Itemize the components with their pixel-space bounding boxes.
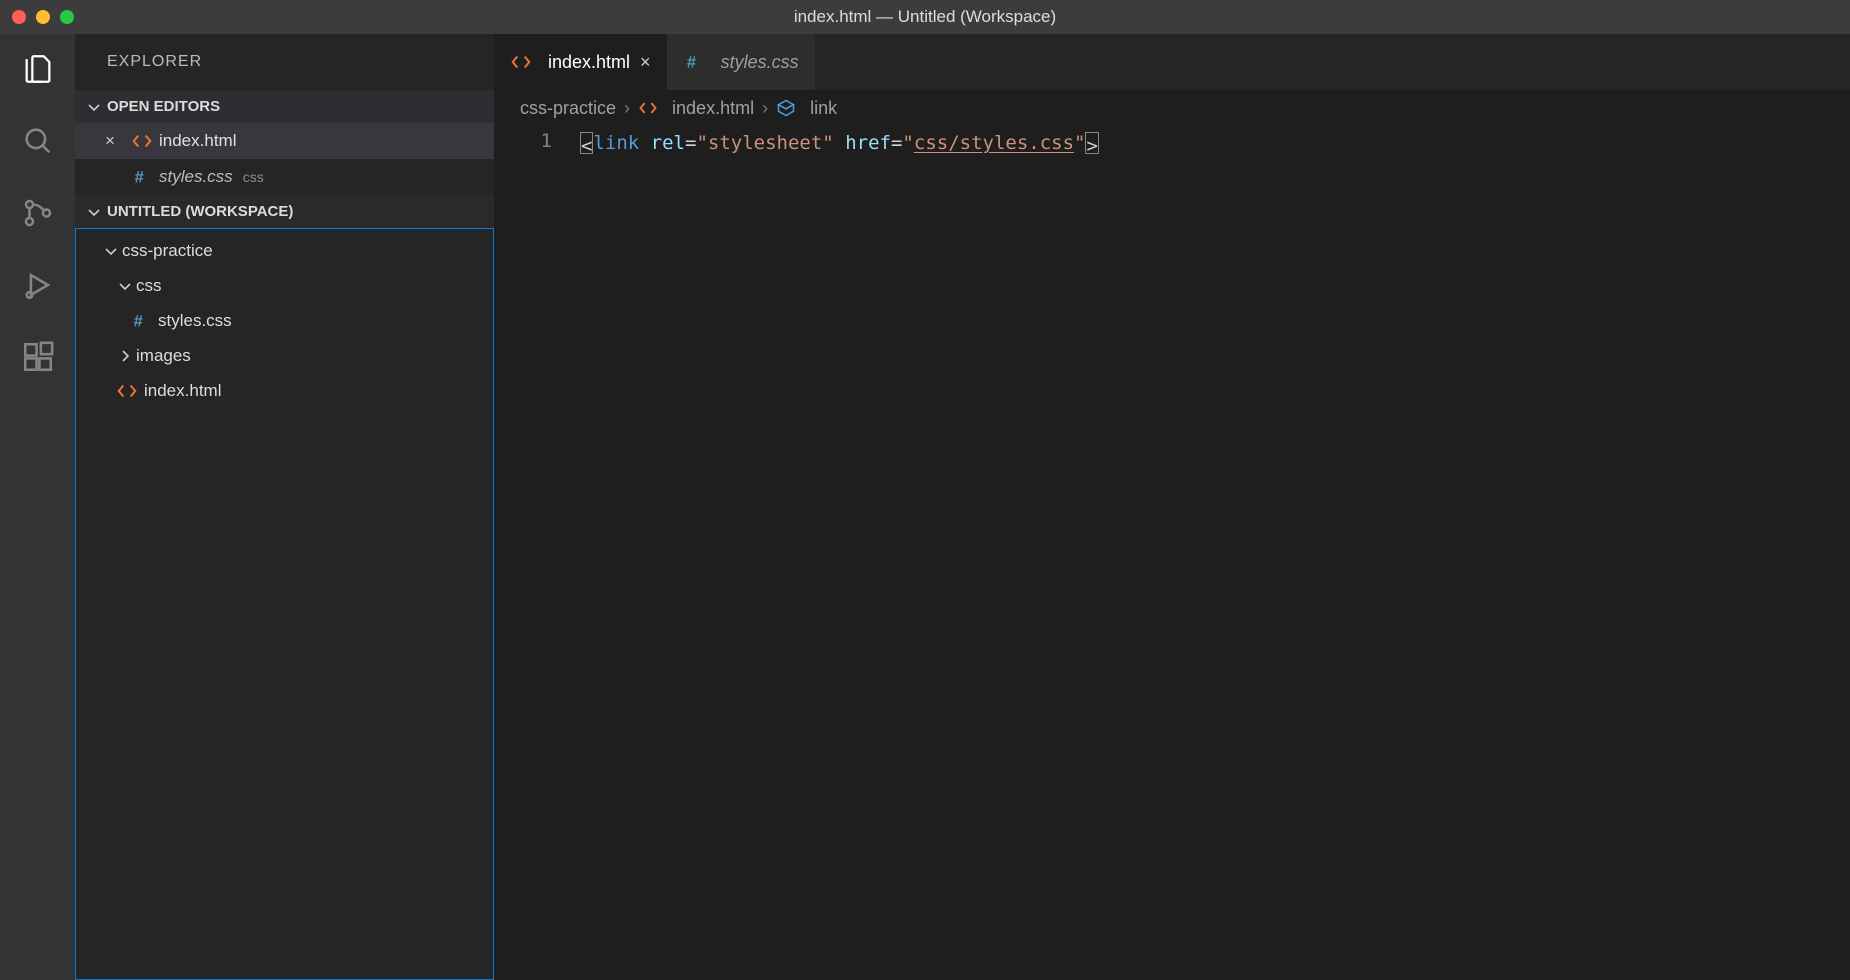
breadcrumb[interactable]: css-practice › index.html › link bbox=[494, 90, 1850, 126]
source-control-icon[interactable] bbox=[21, 196, 55, 230]
chevron-down-icon bbox=[102, 242, 120, 260]
tree-file[interactable]: # styles.css bbox=[76, 303, 493, 338]
tree-folder[interactable]: css bbox=[76, 268, 493, 303]
editor-group: index.html × # styles.css css-practice ›… bbox=[494, 34, 1850, 980]
chevron-down-icon bbox=[85, 203, 103, 221]
main-area: EXPLORER OPEN EDITORS × index.html # sty… bbox=[0, 34, 1850, 980]
breadcrumb-item[interactable]: css-practice bbox=[520, 98, 616, 119]
open-editor-item[interactable]: × index.html bbox=[75, 123, 494, 159]
symbol-icon bbox=[776, 98, 796, 118]
open-editors-header[interactable]: OPEN EDITORS bbox=[75, 90, 494, 123]
workspace-header[interactable]: UNTITLED (WORKSPACE) bbox=[75, 195, 494, 228]
html-file-icon bbox=[131, 130, 153, 152]
css-file-icon: # bbox=[130, 310, 152, 332]
html-file-icon bbox=[510, 51, 532, 73]
bracket-highlight: < bbox=[580, 132, 593, 154]
chevron-right-icon bbox=[116, 347, 134, 365]
window-title: index.html — Untitled (Workspace) bbox=[794, 7, 1056, 27]
tree-item-label: index.html bbox=[144, 381, 221, 401]
open-editors-label: OPEN EDITORS bbox=[107, 98, 220, 115]
open-editor-name: index.html bbox=[159, 131, 236, 151]
extensions-icon[interactable] bbox=[21, 340, 55, 374]
tree-item-label: styles.css bbox=[158, 311, 232, 331]
tab-index-html[interactable]: index.html × bbox=[494, 34, 667, 90]
sidebar: EXPLORER OPEN EDITORS × index.html # sty… bbox=[75, 34, 494, 980]
tree-item-label: images bbox=[136, 346, 191, 366]
svg-text:#: # bbox=[135, 169, 144, 187]
close-icon[interactable]: × bbox=[105, 131, 123, 151]
tree-file[interactable]: index.html bbox=[76, 373, 493, 408]
sidebar-title: EXPLORER bbox=[75, 34, 494, 90]
open-editor-item[interactable]: # styles.css css bbox=[75, 159, 494, 195]
tab-styles-css[interactable]: # styles.css bbox=[667, 34, 815, 90]
search-icon[interactable] bbox=[21, 124, 55, 158]
html-file-icon bbox=[638, 98, 658, 118]
maximize-window-button[interactable] bbox=[60, 10, 74, 24]
tab-label: styles.css bbox=[721, 52, 799, 73]
titlebar: index.html — Untitled (Workspace) bbox=[0, 0, 1850, 34]
open-editors-list: × index.html # styles.css css bbox=[75, 123, 494, 195]
window-controls bbox=[12, 10, 74, 24]
breadcrumb-separator: › bbox=[624, 98, 630, 119]
minimize-window-button[interactable] bbox=[36, 10, 50, 24]
tree-folder[interactable]: images bbox=[76, 338, 493, 373]
tree-item-label: css bbox=[136, 276, 162, 296]
code-line[interactable]: <link rel="stylesheet" href="css/styles.… bbox=[580, 130, 1099, 157]
workspace-label: UNTITLED (WORKSPACE) bbox=[107, 203, 293, 220]
tab-bar: index.html × # styles.css bbox=[494, 34, 1850, 90]
tree-item-label: css-practice bbox=[122, 241, 213, 261]
breadcrumb-item[interactable]: link bbox=[810, 98, 837, 119]
activity-bar bbox=[0, 34, 75, 980]
css-file-icon: # bbox=[683, 51, 705, 73]
code-content[interactable]: <link rel="stylesheet" href="css/styles.… bbox=[580, 126, 1099, 980]
bracket-highlight: > bbox=[1085, 132, 1098, 154]
open-editor-name: styles.css bbox=[159, 167, 233, 187]
html-file-icon bbox=[116, 380, 138, 402]
code-editor[interactable]: 1 <link rel="stylesheet" href="css/style… bbox=[494, 126, 1850, 980]
chevron-down-icon bbox=[116, 277, 134, 295]
close-icon[interactable]: × bbox=[640, 52, 651, 73]
svg-text:#: # bbox=[686, 54, 696, 72]
tree-folder[interactable]: css-practice bbox=[76, 233, 493, 268]
breadcrumb-separator: › bbox=[762, 98, 768, 119]
close-window-button[interactable] bbox=[12, 10, 26, 24]
line-number-gutter: 1 bbox=[494, 126, 580, 980]
file-tree: css-practice css # styles.css images ind… bbox=[75, 228, 494, 980]
chevron-down-icon bbox=[85, 98, 103, 116]
breadcrumb-item[interactable]: index.html bbox=[672, 98, 754, 119]
open-editor-hint: css bbox=[243, 169, 264, 185]
svg-text:#: # bbox=[134, 312, 143, 330]
explorer-icon[interactable] bbox=[21, 52, 55, 86]
tab-label: index.html bbox=[548, 52, 630, 73]
line-number: 1 bbox=[494, 130, 552, 152]
run-debug-icon[interactable] bbox=[21, 268, 55, 302]
css-file-icon: # bbox=[131, 166, 153, 188]
